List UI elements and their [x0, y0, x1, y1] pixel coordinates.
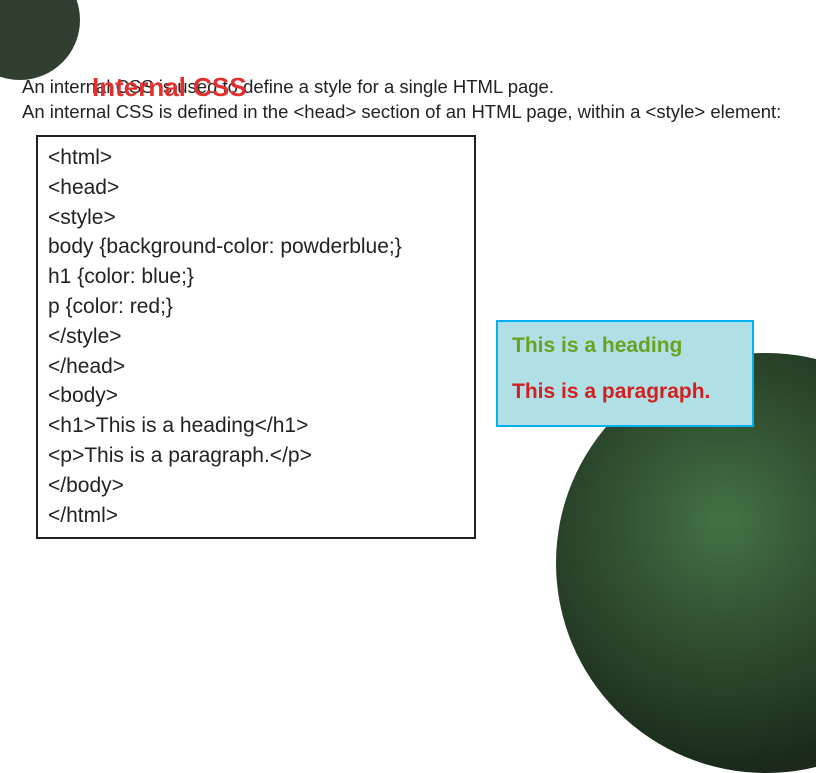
code-line: <p>This is a paragraph.</p>	[48, 441, 464, 471]
code-line: h1 {color: blue;}	[48, 262, 464, 292]
code-line: <head>	[48, 173, 464, 203]
rendered-output-box: This is a heading This is a paragraph.	[496, 320, 754, 427]
code-line: </body>	[48, 471, 464, 501]
code-example-box: <html> <head> <style> body {background-c…	[36, 135, 476, 539]
slide-content: Internal CSS An internal CSS is used to …	[0, 0, 816, 539]
code-line: </html>	[48, 501, 464, 531]
code-line: <body>	[48, 381, 464, 411]
code-line: </head>	[48, 352, 464, 382]
slide-title: Internal CSS	[92, 72, 247, 103]
code-line: p {color: red;}	[48, 292, 464, 322]
code-line: <style>	[48, 203, 464, 233]
code-line: </style>	[48, 322, 464, 352]
code-line: <html>	[48, 143, 464, 173]
intro-line-2: An internal CSS is defined in the <head>…	[22, 100, 794, 125]
output-heading: This is a heading	[512, 332, 738, 360]
code-line: <h1>This is a heading</h1>	[48, 411, 464, 441]
output-paragraph: This is a paragraph.	[512, 378, 738, 406]
code-line: body {background-color: powderblue;}	[48, 232, 464, 262]
